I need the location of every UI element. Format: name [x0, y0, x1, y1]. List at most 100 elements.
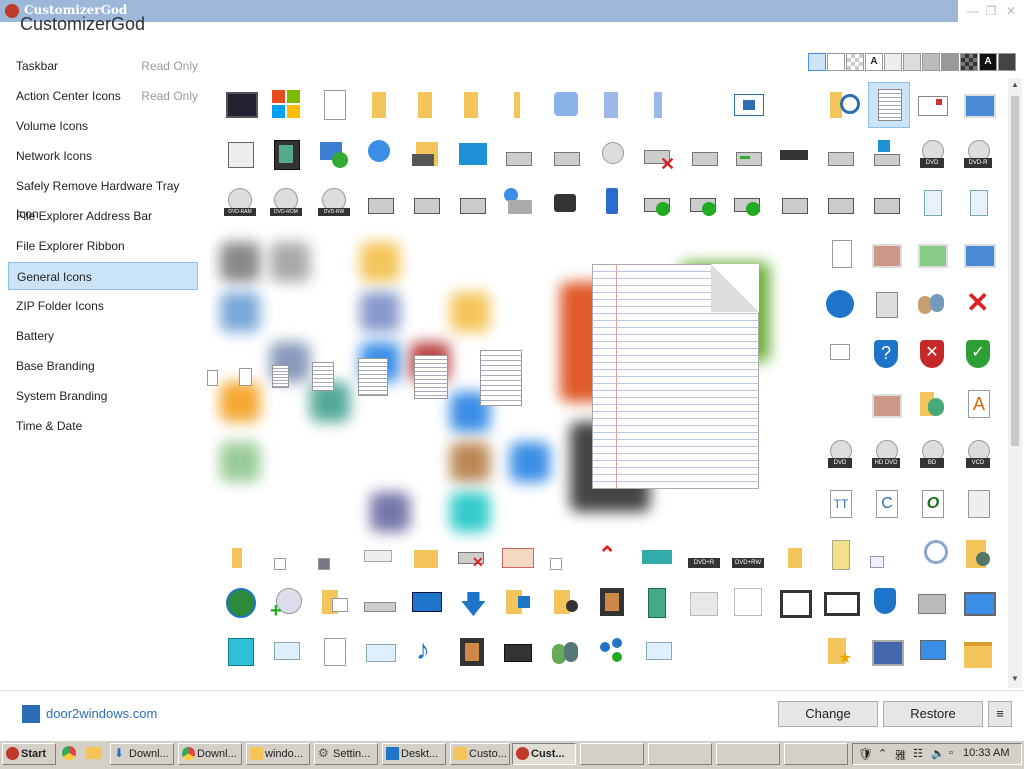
- down-arrow-icon[interactable]: 🡇: [456, 586, 488, 619]
- sidebar-item-time-date[interactable]: Time & Date: [8, 412, 198, 440]
- blank-page-icon[interactable]: [318, 88, 350, 120]
- sidebar-item-network-icons[interactable]: Network Icons: [8, 142, 198, 170]
- scroll-thumb[interactable]: [1011, 96, 1019, 446]
- film-strip-icon[interactable]: [270, 138, 302, 170]
- folder-open-icon[interactable]: [962, 636, 994, 668]
- swatch-white[interactable]: [827, 53, 845, 71]
- drive-error-icon[interactable]: ✕: [642, 138, 675, 174]
- chrome-icon[interactable]: [62, 746, 76, 760]
- floppy-drive-icon[interactable]: [410, 186, 442, 218]
- bd-icon[interactable]: BD: [916, 438, 948, 470]
- film-icon[interactable]: [596, 586, 628, 618]
- help-shield-icon[interactable]: ?: [870, 338, 902, 370]
- taskbar-empty-slot[interactable]: [580, 743, 644, 765]
- shield-tray-icon[interactable]: 🛡: [858, 747, 873, 761]
- dvd-rom-icon[interactable]: DVD-ROM: [270, 186, 302, 218]
- dvd-ram-icon[interactable]: DVD-RAM: [224, 186, 256, 218]
- speaker-small-icon[interactable]: [870, 538, 902, 570]
- sidebar-item-volume-icons[interactable]: Volume Icons: [8, 112, 198, 140]
- photo-frame-icon[interactable]: [870, 288, 902, 320]
- network-computer-icon[interactable]: [962, 586, 996, 618]
- blue-folder-icon[interactable]: [596, 88, 628, 120]
- picture-icon[interactable]: [962, 88, 996, 120]
- menu-button[interactable]: ≡: [988, 701, 1012, 727]
- network-nodes-icon[interactable]: [596, 636, 628, 668]
- clock[interactable]: 10:33 AM: [963, 747, 1009, 759]
- drive-check-icon[interactable]: [732, 186, 764, 218]
- drive-icon[interactable]: [502, 138, 534, 170]
- explorer-icon[interactable]: [86, 747, 102, 759]
- brand-link[interactable]: door2windows.com: [46, 706, 157, 721]
- notification-icon[interactable]: ▫: [949, 747, 953, 759]
- drive-icon[interactable]: [456, 186, 488, 218]
- change-button[interactable]: Change: [778, 701, 878, 727]
- folder-shortcut-icon[interactable]: [502, 586, 534, 618]
- calendar-icon[interactable]: [224, 138, 256, 170]
- dvd-drive-icon[interactable]: DVD: [916, 138, 948, 170]
- taskbar-item-custo-folder[interactable]: Custo...: [450, 743, 510, 765]
- dvd-rw-icon[interactable]: DVD-RW: [318, 186, 350, 218]
- users-icon[interactable]: [916, 288, 948, 320]
- monitor-icon[interactable]: [224, 88, 258, 120]
- swatch-checker-dark[interactable]: [960, 53, 978, 71]
- laptop-dark-icon[interactable]: [502, 636, 534, 668]
- sidebar-item-zip-folder-icons[interactable]: ZIP Folder Icons: [8, 292, 198, 320]
- film-frame-icon[interactable]: [824, 586, 860, 618]
- taskbar-item-desktop[interactable]: Deskt...: [382, 743, 446, 765]
- drive-icon[interactable]: [824, 138, 856, 170]
- taskbar-item-settings[interactable]: ⚙ Settin...: [314, 743, 378, 765]
- computer-icon[interactable]: [642, 636, 674, 668]
- floppy-drive-icon[interactable]: [364, 186, 396, 218]
- taskbar-empty-slot[interactable]: [716, 743, 780, 765]
- recycle-bin-full-icon[interactable]: [916, 186, 948, 218]
- green-panel-icon[interactable]: [642, 586, 674, 618]
- magnifier-icon[interactable]: [916, 538, 948, 570]
- error-shield-icon[interactable]: ✕: [916, 338, 948, 370]
- landscape-icon[interactable]: [962, 238, 996, 270]
- font-c-icon[interactable]: C: [870, 488, 902, 520]
- photo-icon[interactable]: [870, 238, 902, 270]
- document-icon[interactable]: [318, 636, 350, 668]
- door2windows-logo-icon[interactable]: [22, 705, 40, 723]
- drive-check-icon[interactable]: [642, 186, 674, 218]
- sidebar-item-system-branding[interactable]: System Branding: [8, 382, 198, 410]
- drive-green-icon[interactable]: [870, 186, 902, 218]
- drive-icon[interactable]: [688, 138, 720, 170]
- taskbar-empty-slot[interactable]: [784, 743, 848, 765]
- restore-button[interactable]: Restore: [883, 701, 983, 727]
- photo-icon[interactable]: [870, 388, 902, 420]
- chevron-up-icon[interactable]: ⌃: [878, 747, 887, 760]
- taskbar-item-customizergod[interactable]: Cust...: [512, 743, 576, 765]
- swatch-black-letter-a[interactable]: A: [979, 53, 997, 71]
- swatch-light-blue[interactable]: [808, 53, 826, 71]
- network-printer-icon[interactable]: [502, 186, 534, 218]
- font-icon[interactable]: A: [962, 388, 994, 420]
- phone-icon[interactable]: [596, 186, 628, 218]
- folder-users-icon[interactable]: [962, 538, 994, 570]
- folder-music-icon[interactable]: [550, 586, 582, 618]
- sidebar-item-battery[interactable]: Battery: [8, 322, 198, 350]
- hd-dvd-icon[interactable]: HD DVD: [870, 438, 902, 470]
- vcd-icon[interactable]: VCD: [962, 438, 994, 470]
- scroll-up-icon[interactable]: ▲: [1011, 80, 1019, 89]
- windows-drive-icon[interactable]: [870, 138, 902, 170]
- globe-computer-icon[interactable]: [364, 138, 396, 170]
- folder-search-icon[interactable]: [826, 88, 860, 120]
- printer-settings-icon[interactable]: [916, 586, 948, 618]
- shield-windows-icon[interactable]: [270, 88, 302, 120]
- folder-contact-icon[interactable]: [318, 586, 350, 618]
- close-button[interactable]: ✕: [998, 2, 1024, 20]
- camcorder-icon[interactable]: [550, 186, 582, 218]
- envelope-icon[interactable]: [916, 88, 948, 120]
- favorites-folder-icon[interactable]: ★: [824, 636, 856, 668]
- window-icon[interactable]: [732, 88, 764, 120]
- red-x-icon[interactable]: ✕: [962, 287, 994, 320]
- taskbar-item-windows[interactable]: windo...: [246, 743, 310, 765]
- dvd-r-drive-icon[interactable]: DVD-R: [962, 138, 994, 170]
- sidebar-item-file-explorer-address-bar[interactable]: File Explorer Address Bar: [8, 202, 198, 230]
- blue-screen-icon[interactable]: [410, 586, 442, 618]
- floppy-drive-icon[interactable]: [824, 186, 856, 218]
- drive-check-icon[interactable]: [688, 186, 720, 218]
- search-folder-icon[interactable]: [550, 88, 582, 120]
- sidebar-item-base-branding[interactable]: Base Branding: [8, 352, 198, 380]
